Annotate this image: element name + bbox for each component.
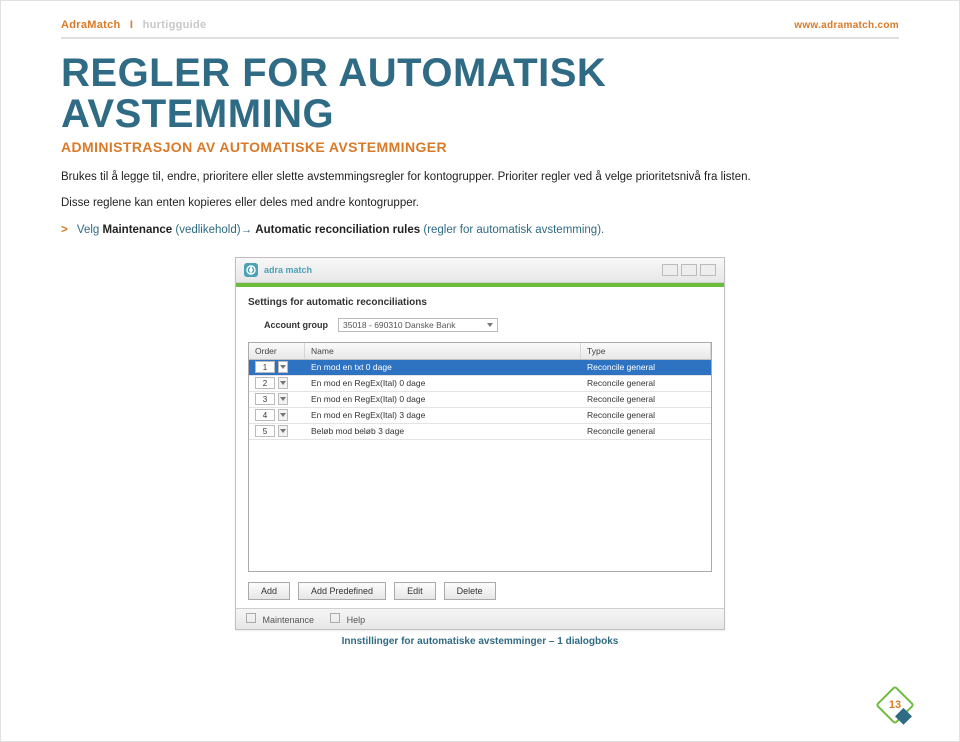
table-row[interactable]: 3 En mod en RegEx(Ital) 0 dageReconcile g… (249, 392, 711, 408)
page-diamond-icon: 13 (875, 685, 915, 725)
add-button[interactable]: Add (248, 582, 290, 600)
edit-button[interactable]: Edit (394, 582, 436, 600)
col-type[interactable]: Type (581, 343, 711, 359)
chevron-down-icon (487, 323, 493, 327)
site-url: www.adramatch.com (794, 20, 899, 31)
grid-header: Order Name Type (249, 343, 711, 360)
brand-separator: I (130, 19, 133, 31)
order-value[interactable]: 5 (255, 425, 275, 437)
status-help[interactable]: Help (330, 613, 365, 625)
account-group-label: Account group (264, 320, 328, 330)
status-maintenance[interactable]: Maintenance (246, 613, 314, 625)
table-row[interactable]: 5 Beløb mod beløb 3 dageReconcile general (249, 424, 711, 440)
window-brand: adra match (264, 265, 312, 275)
maintenance-icon (246, 613, 256, 623)
order-dropdown-icon[interactable] (278, 409, 288, 421)
app-logo-icon (244, 263, 258, 277)
help-icon (330, 613, 340, 623)
chevron-right-icon: > (61, 224, 68, 236)
window-maximize-button[interactable] (681, 264, 697, 276)
body-paragraph-1: Brukes til å legge til, endre, prioriter… (61, 169, 899, 186)
figure-caption: Innstillinger for automatiske avstemming… (61, 636, 899, 647)
instr-mid-2: (regler for automatisk avstemming). (423, 224, 604, 236)
header-divider (61, 37, 899, 39)
account-group-value: 35018 - 690310 Danske Bank (343, 320, 455, 330)
add-predefined-button[interactable]: Add Predefined (298, 582, 386, 600)
window-minimize-button[interactable] (662, 264, 678, 276)
delete-button[interactable]: Delete (444, 582, 496, 600)
window-titlebar: adra match (236, 258, 724, 283)
table-row[interactable]: 4 En mod en RegEx(Ital) 3 dageReconcile g… (249, 408, 711, 424)
table-row[interactable]: 1 En mod en txt 0 dageReconcile general (249, 360, 711, 376)
rule-type: Reconcile general (581, 394, 711, 404)
col-order[interactable]: Order (249, 343, 305, 359)
settings-window: adra match Settings for automatic reconc… (235, 257, 725, 630)
instr-bold-2: Automatic reconciliation rules (255, 224, 420, 236)
instr-mid-1: (vedlikehold)→ (175, 224, 255, 236)
order-value[interactable]: 3 (255, 393, 275, 405)
col-name[interactable]: Name (305, 343, 581, 359)
order-cell: 3 (249, 393, 305, 405)
window-statusbar: Maintenance Help (236, 608, 724, 629)
rule-type: Reconcile general (581, 362, 711, 372)
rule-name: En mod en RegEx(Ital) 0 dage (305, 394, 581, 404)
account-group-select[interactable]: 35018 - 690310 Danske Bank (338, 318, 498, 332)
rule-type: Reconcile general (581, 378, 711, 388)
rule-type: Reconcile general (581, 410, 711, 420)
page-header: AdraMatch I hurtigguide www.adramatch.co… (1, 1, 959, 37)
order-dropdown-icon[interactable] (278, 425, 288, 437)
order-cell: 2 (249, 377, 305, 389)
order-cell: 4 (249, 409, 305, 421)
rule-type: Reconcile general (581, 426, 711, 436)
account-group-row: Account group 35018 - 690310 Danske Bank (236, 312, 724, 342)
body-paragraph-2: Disse reglene kan enten kopieres eller d… (61, 195, 899, 212)
order-dropdown-icon[interactable] (278, 361, 288, 373)
rule-name: En mod en RegEx(Ital) 3 dage (305, 410, 581, 420)
page-title: REGLER FOR AUTOMATISK AVSTEMMING (61, 53, 899, 135)
window-button-row: Add Add Predefined Edit Delete (236, 572, 724, 608)
instr-prefix: Velg (77, 224, 103, 236)
instruction-line: > Velg Maintenance (vedlikehold)→ Automa… (61, 222, 899, 239)
page-number: 13 (889, 699, 901, 711)
order-dropdown-icon[interactable] (278, 393, 288, 405)
title-line-2: AVSTEMMING (61, 92, 334, 136)
order-value[interactable]: 1 (255, 361, 275, 373)
window-close-button[interactable] (700, 264, 716, 276)
rule-name: En mod en txt 0 dage (305, 362, 581, 372)
brand-block: AdraMatch I hurtigguide (61, 19, 206, 31)
order-cell: 5 (249, 425, 305, 437)
order-dropdown-icon[interactable] (278, 377, 288, 389)
settings-title: Settings for automatic reconciliations (236, 287, 724, 312)
table-row[interactable]: 2 En mod en RegEx(Ital) 0 dageReconcile g… (249, 376, 711, 392)
order-value[interactable]: 4 (255, 409, 275, 421)
order-value[interactable]: 2 (255, 377, 275, 389)
instr-bold-1: Maintenance (103, 224, 173, 236)
page-number-badge: 13 (881, 691, 909, 719)
page-subtitle: ADMINISTRASJON AV AUTOMATISKE AVSTEMMING… (61, 139, 899, 155)
title-line-1: REGLER FOR AUTOMATISK (61, 51, 606, 95)
rules-grid: Order Name Type 1En mod en txt 0 dageRec… (248, 342, 712, 572)
doc-type: hurtigguide (143, 19, 207, 31)
screenshot-container: adra match Settings for automatic reconc… (61, 257, 899, 630)
brand-name: AdraMatch (61, 19, 121, 31)
order-cell: 1 (249, 361, 305, 373)
rule-name: En mod en RegEx(Ital) 0 dage (305, 378, 581, 388)
rule-name: Beløb mod beløb 3 dage (305, 426, 581, 436)
